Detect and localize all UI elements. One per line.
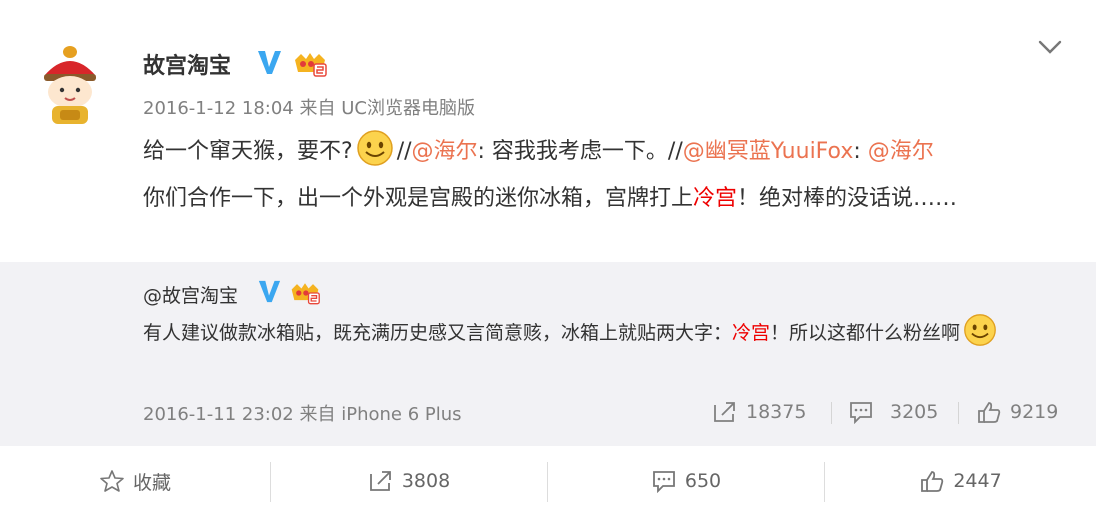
- chevron-down-icon[interactable]: [1036, 36, 1064, 58]
- vip-crown-icon: [291, 283, 320, 305]
- share-icon: [369, 471, 391, 491]
- repost-text-part: 有人建议做款冰箱贴，既充满历史感又言简意赅，冰箱上就贴两大字：: [143, 322, 733, 344]
- mention-link[interactable]: @海尔: [868, 139, 934, 164]
- post-text-part: 你们合作一下，出一个外观是宫殿的迷你冰箱，宫牌打上: [143, 186, 694, 211]
- repost-text: 有人建议做款冰箱贴，既充满历史感又言简意赅，冰箱上就贴两大字：冷宫！所以这都什么…: [143, 312, 1068, 354]
- star-icon: [100, 470, 124, 492]
- repost-meta: 2016-1-11 23:02 来自 iPhone 6 Plus: [143, 400, 462, 426]
- mention-link[interactable]: @幽冥蓝YuuiFox: [683, 139, 854, 164]
- repost-count-value: 18375: [746, 401, 807, 423]
- post-meta: 2016-1-12 18:04 来自 UC浏览器电脑版: [143, 94, 475, 120]
- post-text: 给一个窜天猴，要不?//@海尔: 容我我考虑一下。//@幽冥蓝YuuiFox: …: [143, 128, 1068, 222]
- divider: [958, 402, 959, 424]
- thumbs-up-icon: [921, 471, 944, 492]
- favorite-label: 收藏: [132, 471, 171, 494]
- comment-count-value: 3205: [890, 401, 939, 423]
- post-timestamp[interactable]: 2016-1-12 18:04: [143, 98, 294, 119]
- repost-source[interactable]: iPhone 6 Plus: [341, 404, 461, 425]
- smile-emoji-icon: [964, 314, 996, 346]
- like-button[interactable]: 2447: [825, 455, 1096, 507]
- comment-icon: [850, 402, 872, 424]
- action-bar: 收藏 3808 650 2447: [0, 455, 1096, 507]
- verified-icon: [258, 280, 281, 303]
- thumbs-up-icon: [978, 402, 1001, 423]
- source-prefix: 来自: [299, 404, 336, 425]
- mention-link[interactable]: @海尔: [412, 139, 478, 164]
- comment-count: 650: [684, 470, 722, 492]
- post-text-part: :: [853, 139, 868, 164]
- post-text-part: : 容我我考虑一下。//: [477, 139, 683, 164]
- post-text-part: //: [396, 139, 412, 164]
- highlight-text: 冷宫: [732, 322, 771, 344]
- repost-repost-count[interactable]: 18375: [712, 400, 806, 424]
- author-name[interactable]: 故宫淘宝: [143, 48, 231, 80]
- post-text-part: 给一个窜天猴，要不?: [143, 139, 353, 164]
- repost-author[interactable]: @故宫淘宝: [143, 281, 238, 308]
- like-count: 2447: [953, 470, 1002, 492]
- like-count-value: 9219: [1010, 401, 1059, 423]
- smile-emoji-icon: [356, 130, 393, 166]
- verified-icon: [258, 51, 281, 74]
- avatar[interactable]: [38, 38, 102, 128]
- repost-comment-count[interactable]: 3205: [848, 400, 938, 424]
- divider: [831, 402, 832, 424]
- vip-crown-icon: [295, 53, 327, 77]
- post-source[interactable]: UC浏览器电脑版: [341, 98, 475, 119]
- repost-like-count[interactable]: 9219: [976, 400, 1058, 424]
- repost-button[interactable]: 3808: [271, 455, 547, 507]
- highlight-text: 冷宫: [693, 186, 738, 211]
- repost-count: 3808: [401, 470, 451, 492]
- share-icon: [714, 402, 735, 422]
- source-prefix: 来自: [299, 98, 336, 119]
- repost-text-part: ！所以这都什么粉丝啊: [770, 322, 961, 344]
- repost-timestamp[interactable]: 2016-1-11 23:02: [143, 404, 294, 425]
- favorite-button[interactable]: 收藏: [0, 455, 270, 507]
- comment-button[interactable]: 650: [548, 455, 824, 507]
- comment-icon: [652, 471, 675, 493]
- post-text-part: ！绝对棒的没话说……: [737, 186, 958, 211]
